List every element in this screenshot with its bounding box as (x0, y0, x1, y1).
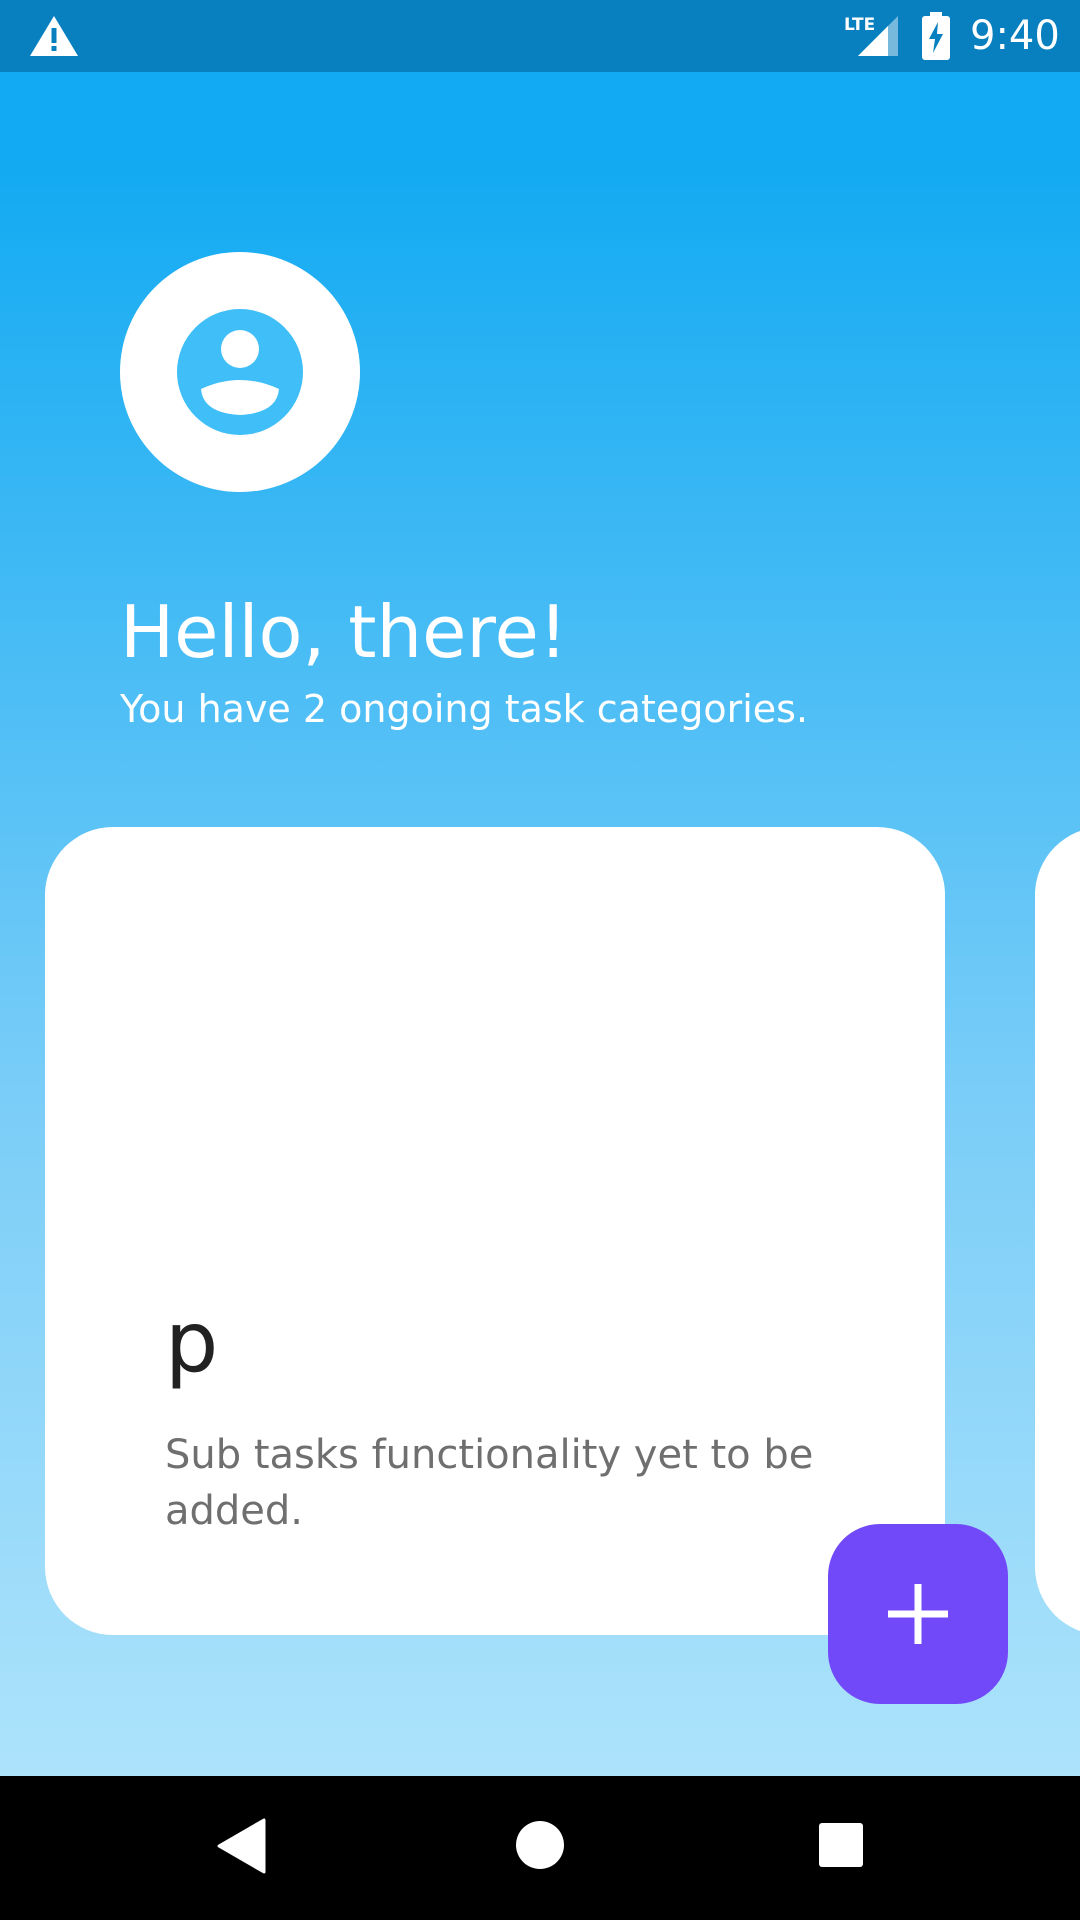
task-summary: You have 2 ongoing task categories. (120, 687, 809, 731)
card-title: p (165, 1293, 219, 1391)
warning-icon (30, 16, 78, 56)
lte-label: LTE (844, 15, 875, 35)
clock: 9:40 (970, 13, 1060, 59)
card-description: Sub tasks functionality yet to be added. (165, 1432, 814, 1534)
back-icon[interactable] (216, 1818, 266, 1874)
greeting-title: Hello, there! (120, 590, 568, 674)
lte-signal-icon: LTE (844, 15, 898, 56)
home-icon[interactable] (515, 1820, 565, 1870)
next-task-category-card[interactable] (1035, 827, 1080, 1635)
navigation-bar (0, 1776, 1080, 1920)
app-screen: LTE 9:40 Hello, there! You have 2 ongoin… (0, 0, 1080, 1920)
battery-charging-icon (922, 12, 950, 60)
add-task-button[interactable] (828, 1524, 1008, 1704)
plus-icon (888, 1584, 948, 1644)
home-content: Hello, there! You have 2 ongoing task ca… (0, 72, 1080, 1776)
recents-icon[interactable] (818, 1822, 864, 1868)
account-circle-icon (177, 309, 303, 435)
status-bar: LTE 9:40 (0, 0, 1080, 72)
task-category-card[interactable]: p Sub tasks functionality yet to be adde… (45, 827, 945, 1635)
avatar[interactable] (120, 252, 360, 492)
